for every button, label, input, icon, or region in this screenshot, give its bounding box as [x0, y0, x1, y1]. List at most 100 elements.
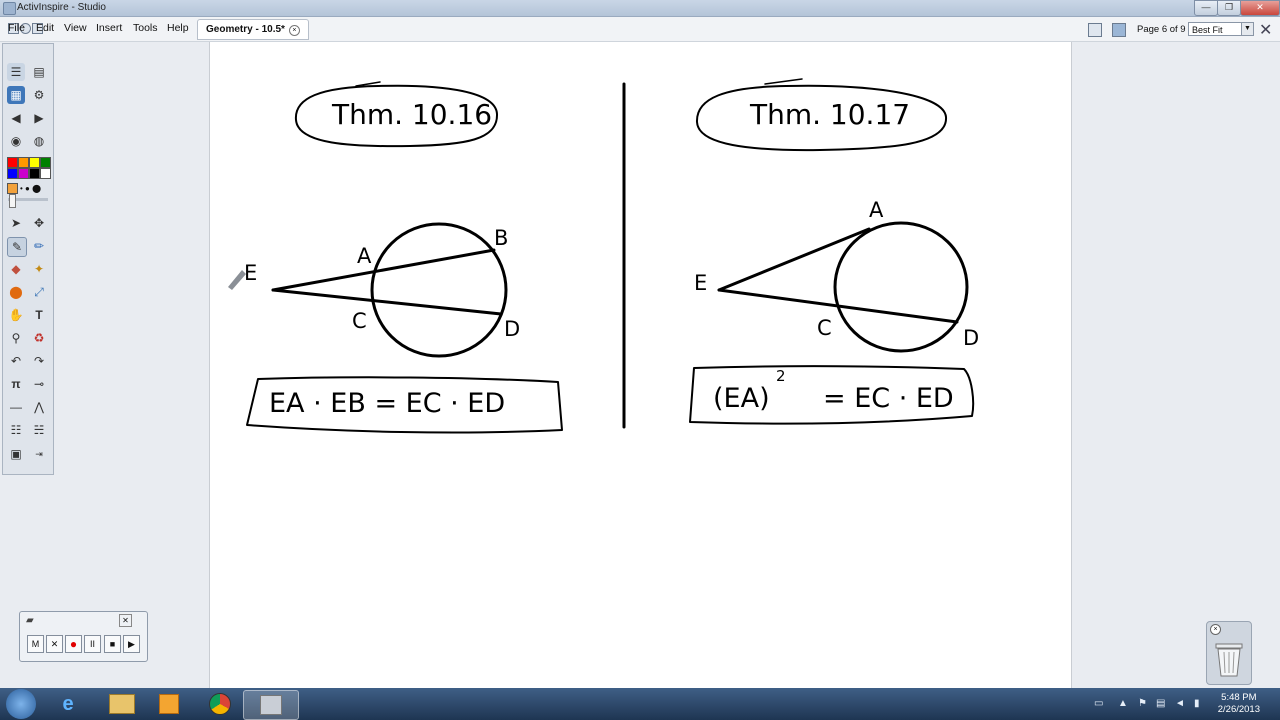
flipchart-drawing: Thm. 10.16 Thm. 10.17 E A B C D E A C D …	[228, 78, 979, 434]
select-arrow-icon[interactable]: ➤	[7, 214, 25, 232]
page-browser-icon[interactable]	[1088, 23, 1102, 37]
clock-time: 5:48 PM	[1221, 692, 1257, 703]
window-title: ActivInspire - Studio	[17, 2, 106, 13]
pen-width-dots-icon[interactable]: • ● ⬤	[20, 184, 41, 193]
pen-icon[interactable]: ✎	[7, 237, 27, 257]
power-icon[interactable]: ▮	[1194, 698, 1200, 709]
more-colors-swatch[interactable]	[7, 183, 18, 194]
revealer-icon[interactable]: ♻	[30, 329, 48, 347]
undo-icon[interactable]: ↶	[7, 352, 25, 370]
recorder-close-icon[interactable]: ✕	[119, 614, 132, 627]
tab-document[interactable]: Geometry - 10.5* ×	[197, 19, 309, 40]
secant-ecd-right	[717, 288, 959, 324]
point-right-e: E	[694, 271, 707, 295]
network-icon[interactable]: ▤	[1156, 698, 1165, 709]
point-left-a: A	[357, 244, 372, 268]
ie-taskbar-icon[interactable]: e	[41, 690, 95, 718]
theorem-left-label: Thm. 10.16	[331, 98, 492, 131]
stop-button[interactable]: ■	[104, 635, 121, 653]
point-left-c: C	[352, 309, 367, 333]
taskbar-clock[interactable]: 5:48 PM 2/26/2013	[1218, 692, 1260, 716]
flipchart-icon[interactable]: ▤	[30, 63, 48, 81]
color-white-swatch[interactable]	[40, 168, 51, 179]
menu-edit[interactable]: Edit	[36, 22, 54, 34]
close-button[interactable]: ✕	[1240, 0, 1280, 16]
media-player-taskbar-icon[interactable]	[142, 690, 196, 718]
color-red-swatch[interactable]	[7, 157, 18, 168]
action-center-icon[interactable]: ⚑	[1138, 698, 1147, 709]
recorder-cancel-button[interactable]: ✕	[46, 635, 63, 653]
flipchart-canvas[interactable]: Thm. 10.16 Thm. 10.17 E A B C D E A C D …	[209, 42, 1072, 688]
equation-right-base: (EA)	[713, 383, 770, 414]
magic-ink-icon[interactable]: ✦	[30, 260, 48, 278]
trash-bin-icon	[1215, 643, 1243, 677]
menu-insert[interactable]: Insert	[96, 22, 122, 34]
previous-page-icon[interactable]: ◀	[7, 109, 25, 127]
redo-icon[interactable]: ↷	[30, 352, 48, 370]
tab-close-icon[interactable]: ×	[288, 25, 300, 36]
show-hidden-icons-icon[interactable]: ▲	[1118, 698, 1128, 709]
tangent-ea	[717, 227, 871, 292]
recorder-tool-icon[interactable]: ▣	[7, 445, 25, 463]
volume-icon[interactable]: ◄	[1175, 698, 1185, 709]
start-button[interactable]	[6, 689, 36, 719]
color-yellow-swatch[interactable]	[29, 157, 40, 168]
page-indicator: Page 6 of 9	[1137, 24, 1186, 35]
color-blue-swatch[interactable]	[7, 168, 18, 179]
color-black-swatch[interactable]	[29, 168, 40, 179]
browser-icon[interactable]: ◍	[30, 132, 48, 150]
explorer-taskbar-icon[interactable]	[95, 690, 149, 718]
play-button[interactable]: ▶	[123, 635, 140, 653]
equation-editor-icon[interactable]: π	[7, 375, 25, 393]
activinspire-taskbar-icon[interactable]	[243, 690, 299, 720]
camera-icon[interactable]: ⚲	[7, 329, 25, 347]
trash-can[interactable]: ×	[1206, 621, 1252, 685]
fill-icon[interactable]: ✋	[7, 306, 25, 324]
page-grid-icon[interactable]	[1112, 23, 1126, 37]
point-left-d: D	[504, 317, 520, 341]
marquee-select-icon[interactable]: ✥	[30, 214, 48, 232]
menu-view[interactable]: View	[64, 22, 87, 34]
spotlight-icon[interactable]: ⊸	[30, 375, 48, 393]
chevron-down-icon[interactable]: ▼	[1241, 23, 1253, 35]
connector-icon[interactable]: ⤢	[30, 283, 48, 301]
point-left-b: B	[494, 226, 508, 250]
hide-tool-icon[interactable]: —	[7, 398, 25, 416]
record-button[interactable]: ●	[65, 635, 82, 653]
reset-page-icon[interactable]: ◉	[7, 132, 25, 150]
desktop-annotate-icon[interactable]: ▦	[7, 86, 25, 104]
compass-icon[interactable]: ⋀	[30, 398, 48, 416]
trash-close-icon[interactable]: ×	[1210, 624, 1221, 635]
equation-right-rest: = EC · ED	[823, 383, 954, 414]
restore-button[interactable]: ❐	[1217, 0, 1241, 16]
minimize-button[interactable]: —	[1194, 0, 1218, 16]
secant-eab	[271, 248, 496, 292]
menu-tools[interactable]: Tools	[133, 22, 158, 34]
recorder-menu-button[interactable]: M	[27, 635, 44, 653]
close-flipchart-icon[interactable]: ✕	[1259, 20, 1272, 40]
eraser-icon[interactable]: ◆	[7, 260, 25, 278]
color-orange-swatch[interactable]	[18, 157, 29, 168]
highlighter-icon[interactable]: ✏	[30, 237, 48, 255]
menu-file[interactable]: File	[8, 22, 25, 34]
text-icon[interactable]: T	[30, 306, 48, 324]
main-menu-icon[interactable]: ☰	[7, 63, 25, 81]
page-reset-icon[interactable]: ☷	[7, 421, 25, 439]
chrome-taskbar-icon[interactable]	[193, 690, 247, 718]
more-tools-icon[interactable]: ⇥	[30, 445, 48, 463]
desktop-tools-icon[interactable]: ⚙	[30, 86, 48, 104]
zoom-select[interactable]: Best Fit ▼	[1188, 22, 1254, 36]
ruler-icon[interactable]: ☵	[30, 421, 48, 439]
color-purple-swatch[interactable]	[18, 168, 29, 179]
theorem-right-oval-stroke	[764, 78, 803, 85]
pause-button[interactable]: II	[84, 635, 101, 653]
next-page-icon[interactable]: ▶	[30, 109, 48, 127]
point-right-c: C	[817, 316, 832, 340]
shape-icon[interactable]: ⬤	[7, 283, 25, 301]
color-green-swatch[interactable]	[40, 157, 51, 168]
zoom-value: Best Fit	[1192, 25, 1223, 35]
menu-help[interactable]: Help	[167, 22, 189, 34]
width-slider-handle[interactable]	[9, 194, 16, 208]
circle-right	[833, 221, 969, 353]
keyboard-tray-icon[interactable]: ▭	[1094, 698, 1103, 709]
